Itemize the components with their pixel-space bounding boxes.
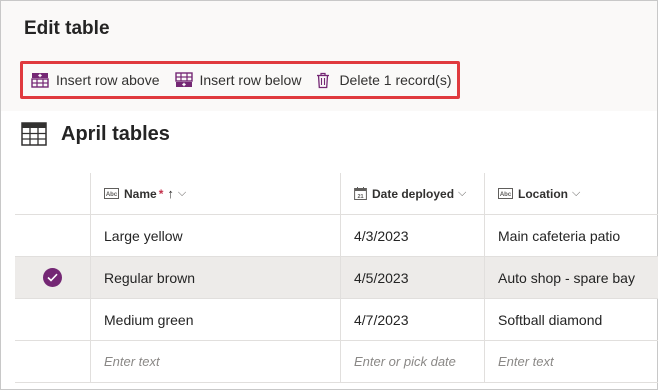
new-date-field[interactable]: Enter or pick date: [341, 341, 485, 382]
date-placeholder: Enter or pick date: [354, 354, 456, 369]
page-title: Edit table: [24, 18, 110, 39]
cell-date[interactable]: 4/5/2023: [341, 257, 485, 298]
chevron-down-icon[interactable]: ⌵: [458, 187, 466, 200]
cell-location[interactable]: Auto shop - spare bay: [485, 257, 658, 298]
panel-header: Edit table Insert row above Insert row b…: [1, 1, 657, 111]
column-header-date[interactable]: 21 Date deployed ⌵: [341, 173, 485, 214]
data-grid: Abc Name * ↑ ⌵ 21 Date deployed ⌵ Abc Lo…: [15, 173, 658, 383]
svg-text:Abc: Abc: [500, 192, 512, 198]
new-row[interactable]: Enter text Enter or pick date Enter text: [15, 341, 658, 383]
table-row[interactable]: Large yellow 4/3/2023 Main cafeteria pat…: [15, 215, 658, 257]
table-name: April tables: [61, 122, 170, 145]
column-header-name[interactable]: Abc Name * ↑ ⌵: [91, 173, 341, 214]
row-selector[interactable]: [15, 257, 91, 298]
required-marker: *: [158, 186, 164, 201]
sort-ascending-icon: ↑: [167, 186, 174, 201]
delete-records-button[interactable]: Delete 1 record(s): [316, 72, 451, 89]
location-placeholder: Enter text: [498, 354, 554, 369]
cell-date[interactable]: 4/7/2023: [341, 299, 485, 340]
name-placeholder: Enter text: [104, 354, 160, 369]
table-grid-icon: [21, 122, 47, 146]
column-location-label: Location: [518, 186, 568, 201]
calendar-icon: 21: [354, 187, 367, 200]
column-header-location[interactable]: Abc Location ⌵: [485, 173, 658, 214]
cell-name[interactable]: Regular brown: [91, 257, 341, 298]
table-row[interactable]: Medium green 4/7/2023 Softball diamond: [15, 299, 658, 341]
insert-row-below-label: Insert row below: [199, 72, 302, 88]
row-selector: [15, 341, 91, 382]
chevron-down-icon[interactable]: ⌵: [572, 187, 580, 200]
insert-row-below-icon: [174, 72, 193, 87]
text-column-icon: Abc: [498, 188, 513, 199]
delete-records-label: Delete 1 record(s): [339, 72, 452, 88]
new-name-field[interactable]: Enter text: [91, 341, 341, 382]
checkmark-icon[interactable]: [43, 268, 62, 287]
table-heading: April tables: [21, 122, 170, 146]
insert-row-above-icon: [31, 73, 49, 88]
table-row-selected[interactable]: Regular brown 4/5/2023 Auto shop - spare…: [15, 257, 658, 299]
column-name-label: Name: [124, 186, 157, 201]
chevron-down-icon[interactable]: ⌵: [178, 187, 186, 200]
svg-text:21: 21: [357, 194, 363, 200]
row-selector[interactable]: [15, 215, 91, 256]
trash-icon: [317, 72, 330, 88]
command-toolbar: Insert row above Insert row below Delete…: [20, 61, 460, 99]
column-header-row: Abc Name * ↑ ⌵ 21 Date deployed ⌵ Abc Lo…: [15, 173, 658, 215]
row-selector[interactable]: [15, 299, 91, 340]
insert-row-above-label: Insert row above: [56, 72, 160, 88]
cell-name[interactable]: Medium green: [91, 299, 341, 340]
edit-table-panel: Edit table Insert row above Insert row b…: [0, 0, 658, 390]
svg-text:Abc: Abc: [106, 192, 118, 198]
insert-row-below-button[interactable]: Insert row below: [174, 72, 302, 88]
column-date-label: Date deployed: [372, 186, 455, 201]
text-column-icon: Abc: [104, 188, 119, 199]
cell-name[interactable]: Large yellow: [91, 215, 341, 256]
cell-date[interactable]: 4/3/2023: [341, 215, 485, 256]
new-location-field[interactable]: Enter text: [485, 341, 658, 382]
insert-row-above-button[interactable]: Insert row above: [31, 72, 160, 88]
cell-location[interactable]: Softball diamond: [485, 299, 658, 340]
cell-location[interactable]: Main cafeteria patio: [485, 215, 658, 256]
select-all-column[interactable]: [15, 173, 91, 214]
